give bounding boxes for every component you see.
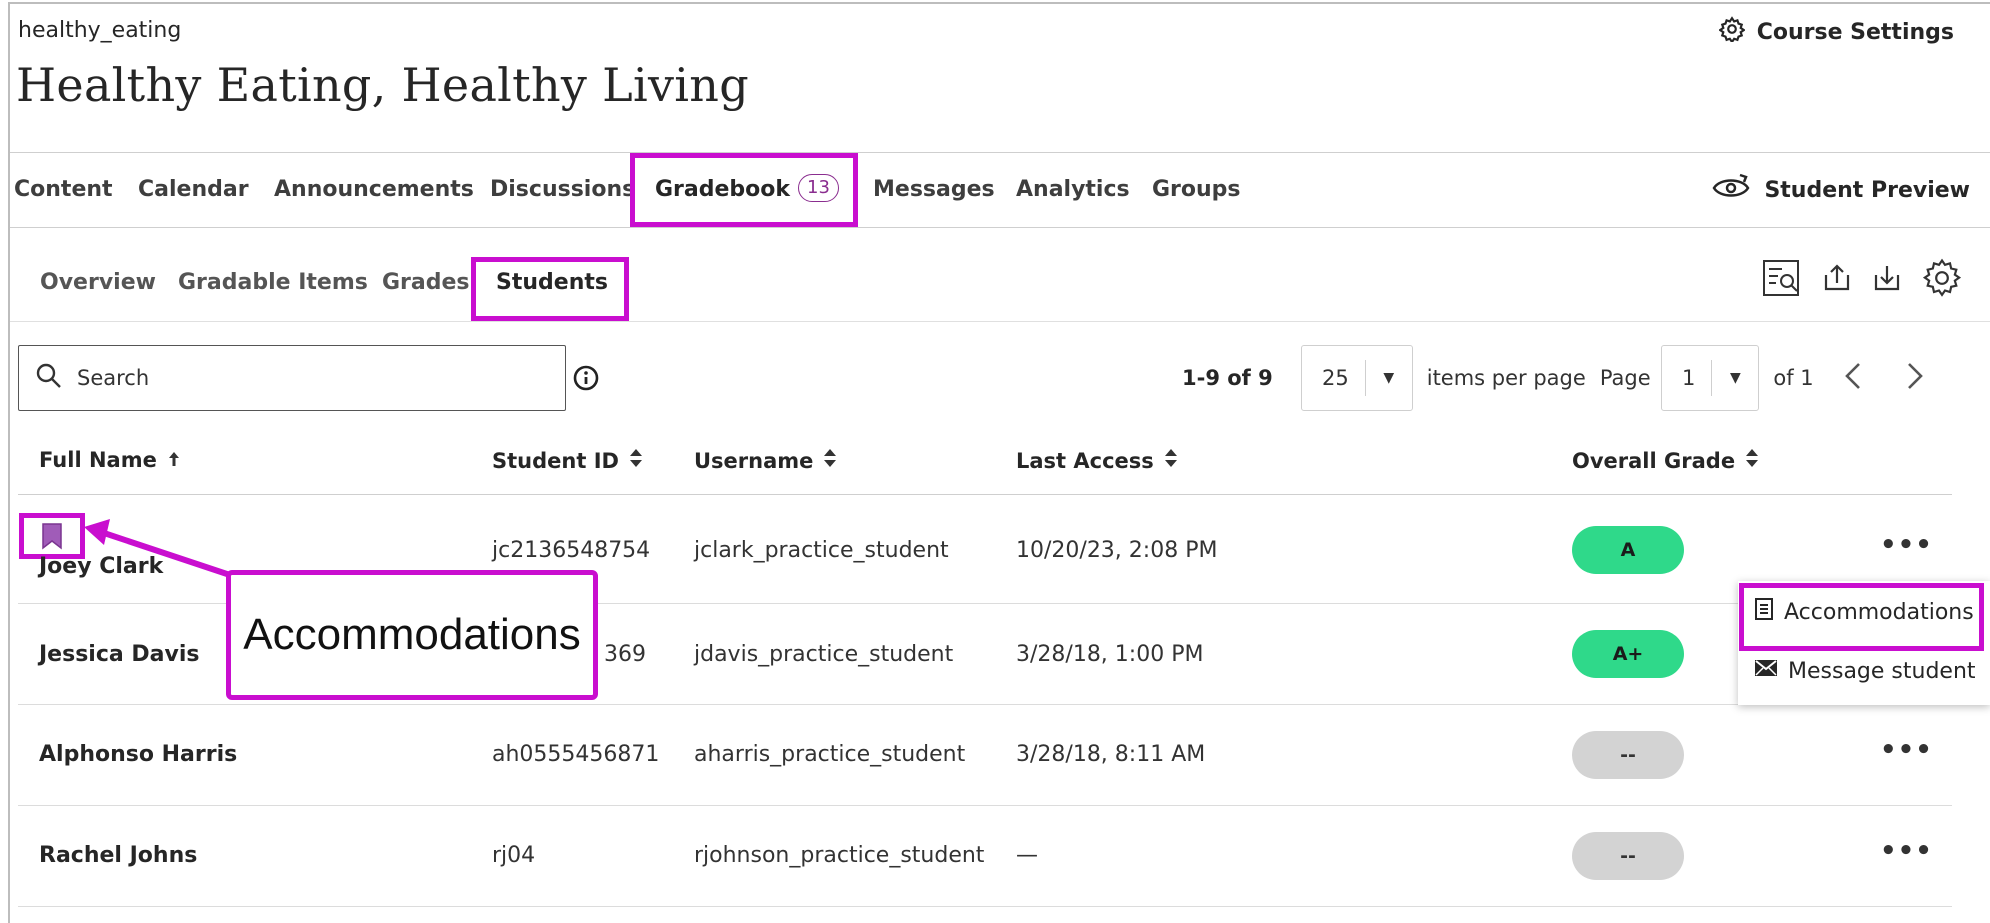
accommodations-menu-highlight [1739,583,1984,651]
tab-content[interactable]: Content [14,153,113,227]
course-settings-label: Course Settings [1756,19,1954,45]
last-access: — [1016,843,1038,868]
settings-gear-icon[interactable] [1922,258,1962,302]
grade-pill[interactable]: A+ [1572,630,1684,678]
caret-down-icon: ▼ [1729,370,1741,386]
header-overall-grade[interactable]: Overall Grade [1572,448,1759,473]
page-total: of 1 [1773,366,1814,390]
tab-announcements[interactable]: Announcements [274,153,474,227]
tab-analytics[interactable]: Analytics [1016,153,1130,227]
course-settings-button[interactable]: Course Settings [1717,16,1954,48]
search-input[interactable] [77,366,517,390]
grade-pill[interactable]: -- [1572,832,1684,880]
student-id: jc2136548754 [492,538,651,563]
download-icon[interactable] [1872,263,1902,297]
student-name[interactable]: Alphonso Harris [39,742,237,767]
info-icon[interactable] [572,364,600,396]
course-id: healthy_eating [18,18,182,43]
header-username-label: Username [694,448,814,473]
row-divider [18,704,1952,705]
more-options-icon[interactable]: ••• [1880,836,1933,866]
page-select[interactable]: 1 ▼ [1661,345,1760,411]
sort-icon [1164,448,1178,473]
results-range: 1-9 of 9 [1182,345,1273,411]
page-control: 1 ▼ of 1 [1661,345,1924,411]
menu-item-message-student-label: Message student [1788,658,1976,684]
caret-down-icon: ▼ [1383,370,1395,386]
callout-arrow [84,519,231,578]
header-last-access-label: Last Access [1016,448,1154,473]
sort-icon [629,448,643,473]
prev-page-icon[interactable] [1844,361,1862,396]
subtab-overview[interactable]: Overview [40,232,156,322]
student-preview-label: Student Preview [1764,177,1970,203]
page-label: Page [1599,366,1651,390]
more-options-icon[interactable]: ••• [1880,530,1933,560]
header-last-access[interactable]: Last Access [1016,448,1178,473]
more-options-icon[interactable]: ••• [1880,735,1933,765]
student-id: 369 [604,642,646,667]
results-range-text: 1-9 of 9 [1182,366,1273,390]
course-title: Healthy Eating, Healthy Living [16,58,749,112]
envelope-icon [1754,658,1778,684]
tab-groups[interactable]: Groups [1152,153,1241,227]
gear-icon [1717,16,1746,48]
accommodations-callout: Accommodations [226,570,598,700]
sort-icon [1745,448,1759,473]
eye-refresh-icon [1710,171,1752,209]
per-page-control: 25 ▼ items per page Page [1301,345,1651,411]
page-value: 1 [1662,360,1713,396]
menu-item-message-student[interactable]: Message student [1754,658,1976,684]
students-highlight [471,257,629,321]
student-preview-button[interactable]: Student Preview [1710,153,1970,227]
next-page-icon[interactable] [1906,361,1924,396]
student-name[interactable]: Rachel Johns [39,843,197,868]
header-full-name-label: Full Name [39,448,157,472]
sort-up-icon [167,448,181,472]
row-divider [18,805,1952,806]
sort-icon [823,448,837,473]
search-box[interactable] [18,345,566,411]
subtab-gradable-items[interactable]: Gradable Items [178,232,368,322]
username: aharris_practice_student [694,742,966,767]
accommodation-flag-highlight [19,513,85,559]
header-overall-grade-label: Overall Grade [1572,448,1736,473]
student-id: ah0555456871 [492,742,660,767]
header-student-id[interactable]: Student ID [492,448,643,473]
gradebook-highlight [630,153,858,227]
gradebook-tools [1762,258,1962,302]
search-list-icon[interactable] [1762,259,1802,301]
per-page-value: 25 [1302,360,1366,396]
search-icon [35,362,63,394]
row-divider [18,906,1952,907]
gradebook-subnav: Overview Gradable Items Grades Students [10,232,1990,322]
last-access: 3/28/18, 8:11 AM [1016,742,1206,767]
subtab-grades[interactable]: Grades [382,232,470,322]
grade-pill[interactable]: A [1572,526,1684,574]
header-student-id-label: Student ID [492,448,619,473]
username: jclark_practice_student [694,538,949,563]
upload-icon[interactable] [1822,263,1852,297]
header-username[interactable]: Username [694,448,837,473]
username: rjohnson_practice_student [694,843,985,868]
tab-discussions[interactable]: Discussions [490,153,635,227]
last-access: 3/28/18, 1:00 PM [1016,642,1204,667]
course-nav: Content Calendar Announcements Discussio… [10,152,1990,228]
per-page-select[interactable]: 25 ▼ [1301,345,1413,411]
username: jdavis_practice_student [694,642,954,667]
grade-pill[interactable]: -- [1572,731,1684,779]
student-name[interactable]: Jessica Davis [39,642,199,667]
tab-messages[interactable]: Messages [873,153,995,227]
header-full-name[interactable]: Full Name [39,448,181,472]
table-header-divider [18,494,1952,495]
per-page-label: items per page [1426,366,1586,390]
tab-calendar[interactable]: Calendar [138,153,249,227]
last-access: 10/20/23, 2:08 PM [1016,538,1218,563]
student-id: rj04 [492,843,536,868]
